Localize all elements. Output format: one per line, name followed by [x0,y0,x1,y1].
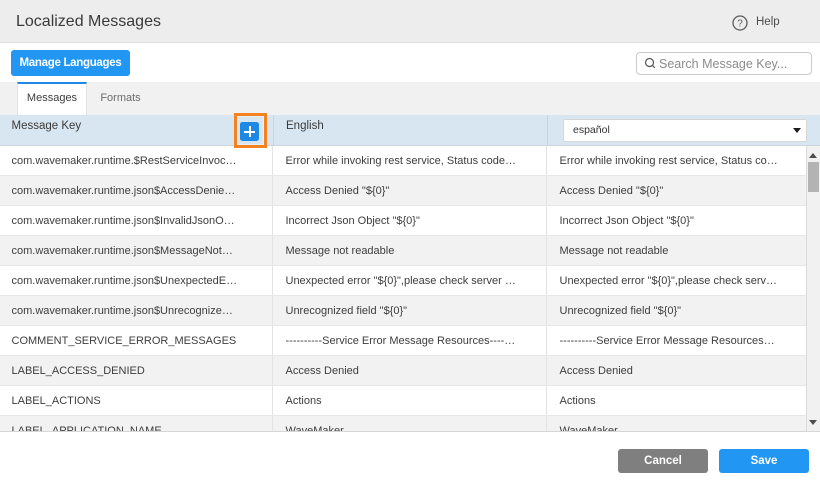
svg-text:?: ? [737,19,743,30]
